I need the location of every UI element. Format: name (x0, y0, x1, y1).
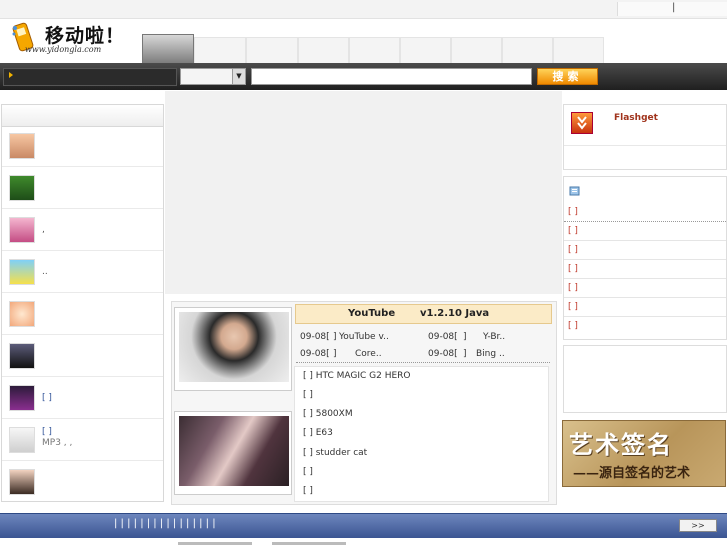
dark-thumbnail[interactable] (9, 343, 35, 369)
news-link[interactable]: YouTube v.. (339, 332, 389, 342)
tab-2[interactable] (194, 37, 246, 63)
list-item[interactable] (2, 336, 163, 377)
list-item[interactable]: [ ] MP3 , , (2, 420, 163, 461)
list-item-label[interactable]: [ ] (42, 427, 52, 437)
list-item[interactable] (2, 126, 163, 167)
featured-photo-1[interactable] (174, 307, 292, 391)
news-row[interactable]: [ ] (564, 222, 726, 241)
featured-image-2[interactable] (179, 416, 289, 486)
tab-9[interactable] (553, 37, 604, 63)
divider (564, 145, 726, 146)
tab-6[interactable] (400, 37, 451, 63)
bottom-link-bar: | | | | | | | | | | | | | | | | >> (0, 513, 727, 538)
article-link[interactable]: [ ] 5800XM (303, 409, 353, 419)
featured-image-1[interactable] (179, 312, 289, 382)
news-bracket: ] (463, 349, 467, 359)
list-item[interactable]: .. (2, 252, 163, 293)
article-link[interactable]: [ ] E63 (303, 428, 333, 438)
news-date: 09-08[ (300, 332, 330, 342)
article-link[interactable]: [ ] (303, 467, 313, 477)
site-logo[interactable]: 移动啦！ www.yidongla.com (5, 19, 126, 57)
footer (0, 538, 727, 545)
featured-headline[interactable]: YouTube v1.2.10 Java (295, 304, 552, 324)
music-thumbnail[interactable] (9, 385, 35, 411)
search-category-select[interactable]: ▼ (180, 68, 246, 85)
flashget-link[interactable]: Flashget (614, 113, 658, 123)
list-item[interactable] (2, 462, 163, 503)
news-date: 09-08[ (300, 349, 330, 359)
list-item[interactable] (2, 168, 163, 209)
list-item-sublabel: MP3 , , (42, 438, 73, 448)
search-input[interactable] (251, 68, 532, 85)
right-news-box: [ ] [ ] [ ] [ ] [ ] [ ] [ ] (563, 176, 727, 340)
more-button[interactable]: >> (679, 519, 717, 532)
tab-home[interactable] (142, 34, 194, 63)
girl-thumbnail[interactable] (9, 217, 35, 243)
article-link[interactable]: [ ] studder cat (303, 448, 367, 458)
sidebar-header (2, 105, 163, 127)
avatar-thumbnail[interactable] (9, 133, 35, 159)
divider (296, 362, 550, 363)
news-row[interactable]: [ ] (564, 260, 726, 279)
tab-8[interactable] (502, 37, 553, 63)
software-recommend: Flashget (563, 104, 727, 170)
list-item[interactable]: , (2, 210, 163, 251)
logo-url: www.yidongla.com (25, 45, 102, 54)
banner-title: 艺术签名 (569, 430, 673, 459)
flashget-icon[interactable] (571, 112, 593, 134)
news-date: 09-08[ (428, 332, 458, 342)
list-item[interactable]: [ ] (2, 378, 163, 419)
top-divider: | (672, 2, 676, 13)
headline-part-b[interactable]: v1.2.10 Java (420, 308, 489, 319)
tab-3[interactable] (246, 37, 298, 63)
article-link[interactable]: [ ] (303, 486, 313, 496)
news-link[interactable]: Y-Br.. (483, 332, 505, 342)
list-item-label[interactable]: , (42, 225, 45, 235)
search-bar: ▼ 搜索 (0, 63, 727, 90)
balloons-thumbnail[interactable] (9, 259, 35, 285)
news-row[interactable]: [ ] (564, 241, 726, 260)
headline-part-a[interactable]: YouTube (348, 308, 395, 319)
news-link[interactable]: Bing .. (476, 349, 505, 359)
bottom-links[interactable]: | | | | | | | | | | | | | | | | (114, 518, 216, 529)
news-icon (569, 186, 580, 196)
news-row[interactable]: [ ] (564, 279, 726, 298)
news-bracket: ] (333, 349, 337, 359)
search-button[interactable]: 搜索 (537, 68, 598, 85)
list-item-label[interactable]: .. (42, 267, 48, 277)
mp3-thumbnail[interactable] (9, 427, 35, 453)
news-date: 09-08[ (428, 349, 458, 359)
featured-photo-2[interactable] (174, 411, 292, 495)
news-row[interactable]: [ ] (564, 317, 726, 336)
portrait-thumbnail[interactable] (9, 469, 35, 495)
download-arrow-icon (577, 116, 587, 130)
tab-7[interactable] (451, 37, 502, 63)
top-bar: | (0, 0, 727, 19)
list-item[interactable] (2, 294, 163, 335)
news-row[interactable]: [ ] (564, 203, 726, 222)
logo-title: 移动啦！ (45, 25, 126, 47)
hulk-game-thumbnail[interactable] (9, 175, 35, 201)
ad-placeholder (165, 91, 562, 294)
news-link[interactable]: Core.. (355, 349, 382, 359)
news-bracket: ] (463, 332, 467, 342)
announcement-arrow-icon (9, 72, 13, 78)
right-empty-box (563, 345, 727, 413)
list-item-label[interactable]: [ ] (42, 393, 52, 403)
article-link[interactable]: [ ] HTC MAGIC G2 HERO (303, 371, 411, 381)
chevron-down-icon[interactable]: ▼ (232, 69, 245, 84)
announcement-box (3, 68, 177, 86)
article-link[interactable]: [ ] (303, 390, 313, 400)
banner-subtitle: ——源自签名的艺术 (573, 466, 691, 481)
tab-4[interactable] (298, 37, 349, 63)
cartoon-thumbnail[interactable] (9, 301, 35, 327)
news-row[interactable]: [ ] (564, 298, 726, 317)
signature-art-banner[interactable]: 艺术签名 ——源自签名的艺术 (562, 420, 726, 487)
news-bracket: ] (333, 332, 337, 342)
tab-5[interactable] (349, 37, 400, 63)
